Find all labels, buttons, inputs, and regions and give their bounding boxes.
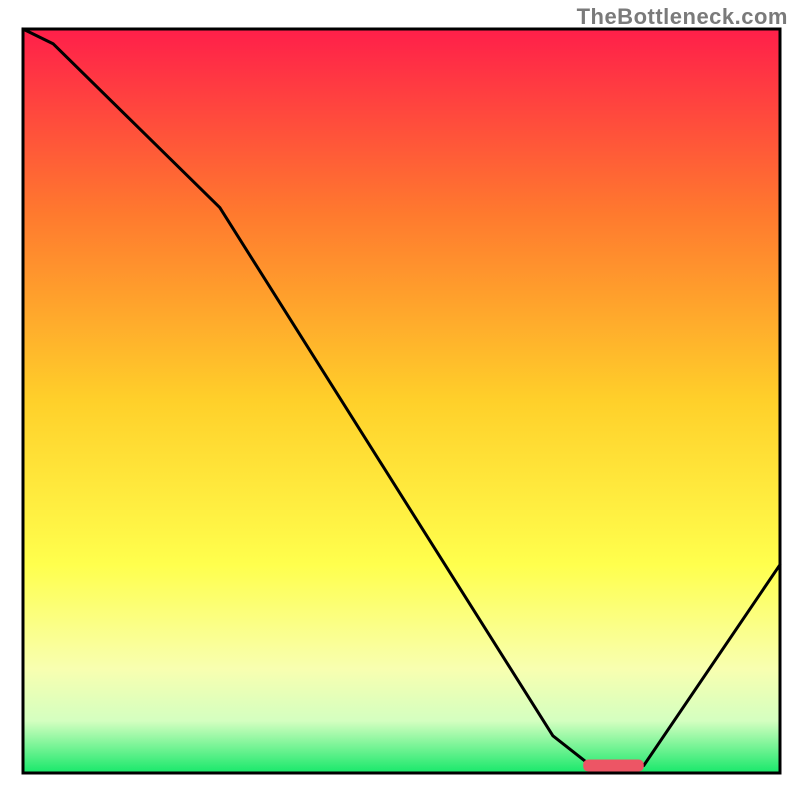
chart-container: TheBottleneck.com — [0, 0, 800, 800]
watermark-text: TheBottleneck.com — [577, 4, 788, 30]
optimal-point-marker — [583, 760, 644, 772]
plot-background — [23, 29, 780, 773]
chart-canvas — [0, 0, 800, 800]
